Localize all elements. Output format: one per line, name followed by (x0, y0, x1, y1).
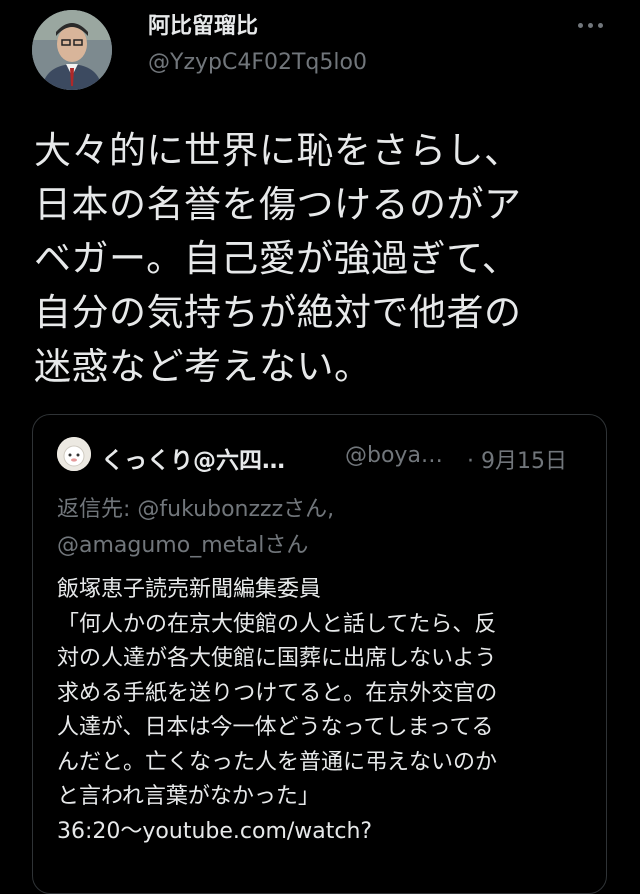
reply-to-line: 返信先: @fukubonzzzさん, (57, 491, 334, 523)
profile-photo-icon (32, 10, 112, 90)
reply-prefix: 返信先: (57, 497, 138, 522)
quoted-tweet[interactable]: くっくり@六四… @boya… · 9月15日 返信先: @fukubonzzz… (32, 414, 607, 894)
quoted-author-handle[interactable]: @boya… (345, 443, 443, 468)
tweet-text: 大々的に世界に恥をさらし、 日本の名誉を傷つけるのがア ベガー。自己愛が強過ぎて… (34, 129, 522, 388)
more-dots-icon[interactable] (574, 8, 608, 42)
reply-to-mention-2[interactable]: @amagumo_metalさん (57, 533, 308, 558)
more-dot (588, 23, 593, 28)
quoted-author-name[interactable]: くっくり@六四… (101, 441, 285, 475)
more-dot (598, 23, 603, 28)
author-handle[interactable]: @YzypC4F02Tq5lo0 (148, 50, 367, 75)
author-name[interactable]: 阿比留瑠比 (148, 8, 258, 40)
author-avatar[interactable] (32, 10, 112, 90)
quoted-avatar-icon (57, 437, 91, 471)
reply-to-mention-1[interactable]: @fukubonzzzさん, (137, 497, 334, 522)
more-dot (578, 23, 583, 28)
quoted-avatar[interactable] (57, 437, 91, 471)
reply-to-line-2: @amagumo_metalさん (57, 527, 308, 559)
quoted-date[interactable]: · 9月15日 (467, 443, 567, 475)
quoted-body: 飯塚恵子読売新聞編集委員 「何人かの在京大使館の人と話してたら、反 対の人達が各… (57, 577, 498, 844)
